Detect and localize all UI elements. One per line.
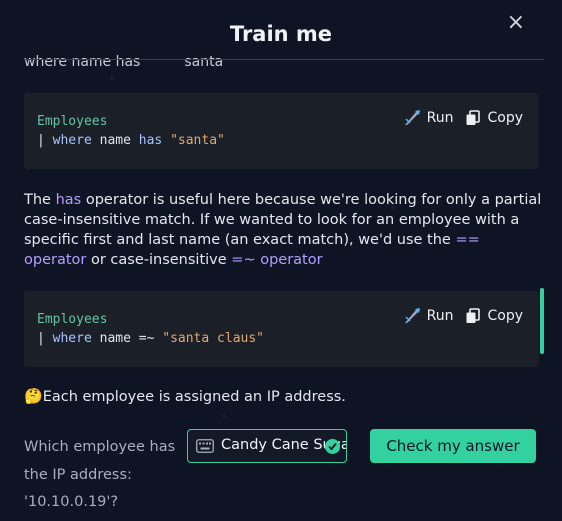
run-label: Run [426, 308, 454, 324]
explanation-paragraph: The has operator is useful here because … [24, 192, 542, 268]
header-divider [24, 59, 544, 60]
check-answer-button[interactable]: Check my answer [370, 429, 536, 463]
scrollbar-thumb[interactable] [540, 288, 544, 354]
code-table: Employees [37, 114, 108, 129]
dialog-title: Train me [229, 22, 333, 46]
code-actions: Run Copy [403, 307, 523, 325]
question-text: 🤔Each employee is assigned an IP address… [24, 387, 346, 405]
dialog-header: Train me × [0, 0, 562, 60]
thinking-face-icon: 🤔 [24, 387, 43, 405]
run-icon [404, 110, 420, 125]
scrolled-text-right: santa [184, 54, 224, 66]
check-icon [325, 439, 340, 454]
code-query: | where name has "santa" [37, 133, 225, 148]
copy-icon [466, 308, 481, 323]
copy-label: Copy [487, 110, 523, 126]
code-query: | where name =~ "santa claus" [37, 331, 264, 346]
question-label: Each employee is assigned an IP address. [42, 389, 346, 405]
copy-button[interactable]: Copy [465, 110, 523, 126]
scrolled-text-left: where name has [24, 54, 141, 66]
answer-input[interactable]: Candy Cane Sugarplum [187, 429, 347, 463]
code-table: Employees [37, 312, 108, 327]
code-block-has: Employees | where name has "santa" Run C… [24, 93, 539, 169]
code-actions: Run Copy [403, 109, 523, 127]
ci-operator-ref: =~ operator [231, 252, 323, 268]
code-block-case-insensitive: Employees | where name =~ "santa claus" … [24, 291, 539, 367]
copy-label: Copy [487, 308, 523, 324]
has-operator-ref: has [55, 192, 82, 208]
run-label: Run [426, 110, 454, 126]
close-icon[interactable]: × [507, 10, 525, 35]
keyboard-icon [196, 439, 214, 453]
run-button[interactable]: Run [403, 109, 454, 127]
copy-button[interactable]: Copy [465, 308, 523, 324]
copy-icon [466, 110, 481, 125]
run-button[interactable]: Run [403, 307, 454, 325]
answer-prompt: Which employee has the IP address: '10.1… [24, 439, 176, 510]
run-icon [404, 308, 420, 323]
